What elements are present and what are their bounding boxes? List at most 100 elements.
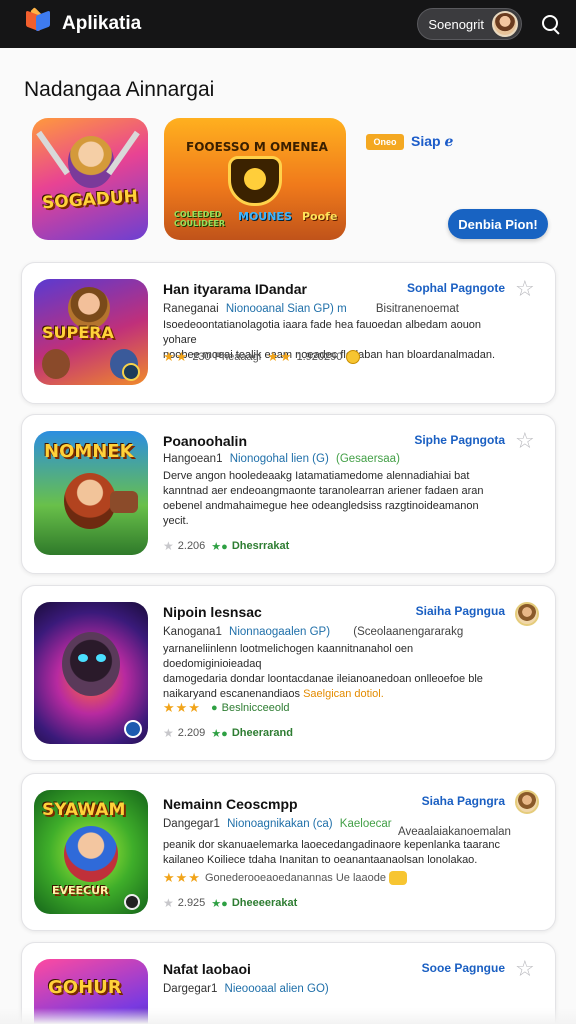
rating-stars: ★★★ <box>163 700 201 715</box>
favorite-star-icon[interactable]: ☆ <box>515 429 539 453</box>
featured-action-button[interactable]: Denbia Pion! <box>448 209 548 239</box>
favorite-star-icon[interactable]: ☆ <box>515 957 539 981</box>
app-tag: Nionoagnikakan (ca) <box>227 818 333 830</box>
app-card[interactable]: SUPERA Han ityarama IDandar Sophal Pagng… <box>21 262 556 404</box>
app-link[interactable]: Sophal Pagngote <box>407 281 505 295</box>
app-rating-secondary: ★ 2.209 ★● Dheerarand <box>163 726 293 740</box>
banner-bottom-mid-text: MOUNES <box>238 210 292 223</box>
app-logo-icon[interactable] <box>24 7 52 38</box>
app-title: Nafat laobaoi <box>163 961 251 977</box>
search-icon[interactable] <box>540 13 562 35</box>
app-meta: Kanogana1 Nionnaogaalen GP) (Sceolaaneng… <box>163 626 463 638</box>
download-icon: ★● <box>211 540 228 553</box>
rating-count: 230 <box>192 351 211 363</box>
app-meta: Dargegar1 Nieoooaal alien GO) <box>163 983 329 995</box>
app-tag: Nieoooaal alien GO) <box>224 983 329 995</box>
description-line: kailaneo Koiliece tdaha Inanitan to oean… <box>163 854 478 866</box>
featured-game-icon-1[interactable]: SOGADUH <box>32 118 148 240</box>
banner-top-text: FOOESSO M OMENEA <box>186 140 328 154</box>
app-icon-subtext: EVEECUR <box>52 884 109 897</box>
banner-bottom-left-text: COLEEDED COULIDEER <box>174 210 225 228</box>
app-icon-text: NOMNEK <box>44 441 134 462</box>
app-icon-text: SUPERA <box>42 323 114 342</box>
app-tag: Nionnaogaalen GP) <box>229 626 331 638</box>
app-icon-text: SYAWAM <box>42 800 126 820</box>
app-tag: Nionogohal lien (G) <box>229 453 329 465</box>
badge-icon <box>124 894 140 910</box>
rating-count: 2.209 <box>177 727 206 739</box>
app-tag: Nionooanal Sian GP) m <box>225 303 347 315</box>
description-line: oebenel andmahaimegue hee odeangledsiss … <box>163 500 479 512</box>
developer-name: Dargegar1 <box>163 983 218 995</box>
app-link[interactable]: Siaha Pagngra <box>422 794 505 808</box>
install-status: Dheeeerakat <box>231 897 298 909</box>
download-icon: ★● <box>211 727 228 740</box>
app-rating: ★★★ ● Beslnicceeold <box>163 700 290 716</box>
app-tag-green: Kaeloecar <box>339 818 392 830</box>
app-card[interactable]: SYAWAM EVEECUR Nemainn Ceoscmpp Siaha Pa… <box>21 773 556 931</box>
description-line: Derve angon hooledeaakg Iatamatiamedome … <box>163 470 470 482</box>
download-icon: ★● <box>211 897 228 910</box>
rating-text: Beslnicceeold <box>221 702 290 714</box>
top-app-bar: Aplikatia Soenogrit <box>0 0 576 48</box>
app-icon: SYAWAM EVEECUR <box>34 790 148 914</box>
featured-banner[interactable]: FOOESSO M OMENEA COLEEDED COULIDEER MOUN… <box>164 118 346 240</box>
developer-avatar <box>515 602 539 626</box>
developer-name: Hangoean1 <box>163 453 223 465</box>
app-title: Poanoohalin <box>163 433 247 449</box>
user-account-button[interactable]: Soenogrit <box>417 8 522 40</box>
featured-badge: Oneo <box>366 134 404 150</box>
app-description: peanik dor skanuaelemarka laoecedangadin… <box>163 838 513 868</box>
app-title: Aplikatia <box>62 13 142 34</box>
description-text: naikaryand escanenandiaos <box>163 688 300 700</box>
app-description: Derve angon hooledeaakg Iatamatiamedome … <box>163 469 513 529</box>
app-icon: NOMNEK <box>34 431 148 555</box>
app-link[interactable]: Siaiha Pagngua <box>416 604 505 618</box>
app-icon: SUPERA <box>34 279 148 385</box>
app-link[interactable]: Siphe Pagngota <box>414 433 505 447</box>
app-card[interactable]: NOMNEK Poanoohalin Siphe Pagngota ☆ Hang… <box>21 414 556 574</box>
app-meta: Raneganai Nionooanal Sian GP) m Bisitran… <box>163 303 459 315</box>
developer-name: Dangegar1 <box>163 818 220 830</box>
app-tag-green: (Gesaersaa) <box>335 453 400 465</box>
rating-stars: ★★ <box>163 349 189 364</box>
badge-icon <box>124 720 142 738</box>
app-icon-text: GOHUR <box>48 977 122 998</box>
rating-count: 2.925 <box>177 897 206 909</box>
app-meta: Dangegar1 Nionoagnikakan (ca) Kaeloecar <box>163 818 392 830</box>
favorite-star-icon[interactable]: ☆ <box>515 277 539 301</box>
banner-bottom-right-text: Poofe <box>302 210 338 223</box>
featured-link[interactable]: Siap ℯ <box>411 133 453 150</box>
developer-name: Raneganai <box>163 303 219 315</box>
app-card[interactable]: Nipoin lesnsac Siaiha Pagngua Kanogana1 … <box>21 585 556 761</box>
description-line: Isoedeoontatianolagotia iaara fade hea f… <box>163 319 482 346</box>
app-meta-right: Aveaalaiakanoemalan <box>398 826 511 838</box>
main-content: Nadangaa Ainnargai SOGADUH FOOESSO M OME… <box>0 48 576 1024</box>
app-description: yarnaneliinlenn lootmelichogen kaannitna… <box>163 642 513 702</box>
app-meta: Hangoean1 Nionogohal lien (G) (Gesaersaa… <box>163 453 400 465</box>
app-tag-right: Aveaalaiakanoemalan <box>398 826 511 838</box>
user-name: Soenogrit <box>428 16 484 32</box>
rating-stars: ★★ <box>267 349 293 364</box>
rating-count: 2.206 <box>177 540 206 552</box>
grey-star-icon: ★ <box>163 726 174 740</box>
check-icon: ● <box>210 702 218 714</box>
app-rating: ★★ 230 Pheaaagi ★★ 1.920290 <box>163 349 361 365</box>
install-status: Dhesrrakat <box>231 540 290 552</box>
description-line: kanntnad aer endeoangmaonte taranolearra… <box>163 485 484 497</box>
app-tag-right: Bisitranenoemat <box>375 303 459 315</box>
description-line: yecit. <box>163 515 189 527</box>
description-line: yarnaneliinlenn lootmelichogen kaannitna… <box>163 643 414 670</box>
grey-star-icon: ★ <box>163 896 174 910</box>
app-tag-right: (Sceolaanengararakg <box>353 626 464 638</box>
rating-value: 1.920290 <box>296 351 343 363</box>
developer-avatar <box>515 790 539 814</box>
page-title: Nadangaa Ainnargai <box>24 78 215 101</box>
app-rating-secondary: ★ 2.925 ★● Dheeeerakat <box>163 896 297 910</box>
app-link[interactable]: Sooe Pagngue <box>422 961 505 975</box>
description-line: damogedaria dondar loontacdanae ileianoa… <box>163 673 483 685</box>
bottom-fade <box>0 1008 576 1024</box>
emoji-icon <box>346 350 361 364</box>
description-line: peanik dor skanuaelemarka laoecedangadin… <box>163 839 500 851</box>
install-status: Dheerarand <box>231 727 293 739</box>
